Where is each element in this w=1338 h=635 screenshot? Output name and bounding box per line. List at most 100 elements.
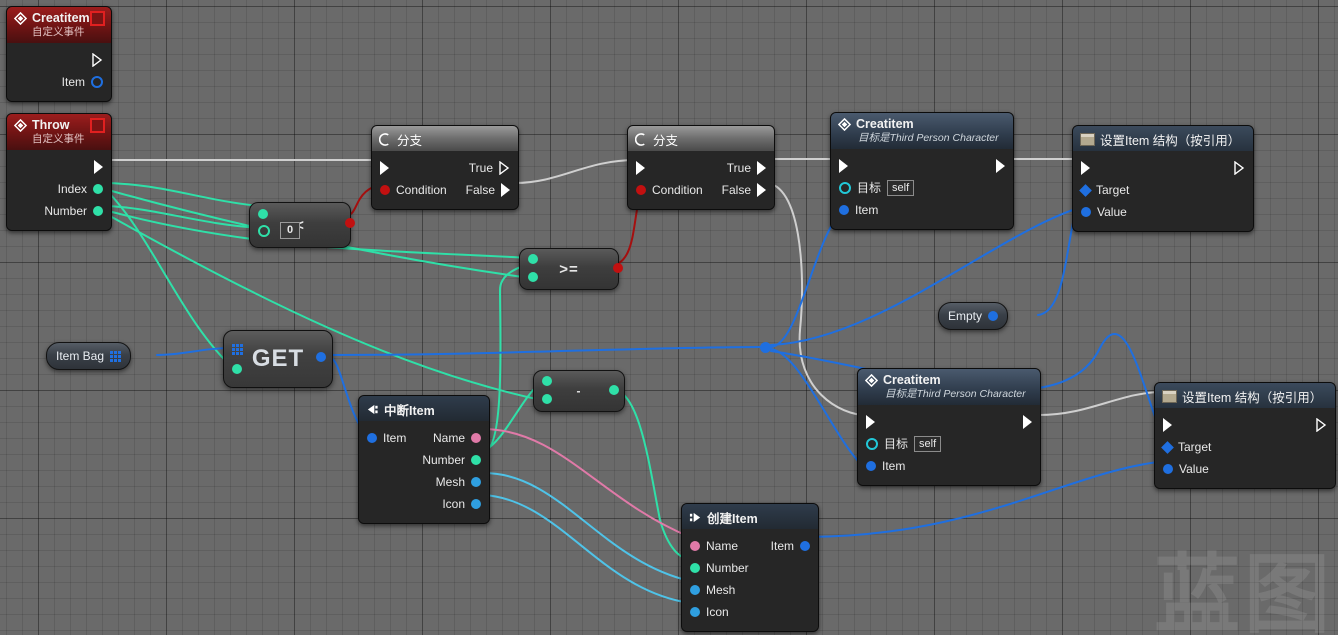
node-variable-item-bag[interactable]: Item Bag	[46, 342, 132, 370]
icon-in-pin-icon[interactable]	[690, 607, 700, 617]
value-struct-pin-icon[interactable]	[1081, 207, 1091, 217]
get-index-input-pin-icon[interactable]	[232, 364, 242, 374]
pin-row-exec[interactable]	[858, 411, 1040, 433]
pin-row-number[interactable]: Number	[359, 449, 489, 471]
node-set-item-struct-1[interactable]: 设置Item 结构（按引用） Target Value	[1072, 125, 1254, 232]
item-struct-in-pin-icon[interactable]	[367, 433, 377, 443]
pin-row-target[interactable]: 目标 self	[831, 177, 1013, 199]
pin-row-item-name[interactable]: Item Name	[359, 427, 489, 449]
exec-out-false-pin-icon[interactable]	[501, 183, 510, 197]
subtract-output-pin-icon[interactable]	[609, 385, 619, 395]
greater-equal-input-b-pin-icon[interactable]	[528, 272, 538, 282]
node-creatitem-call-2[interactable]: Creatitem 目标是Third Person Character 目标 s…	[857, 368, 1041, 486]
target-ref-pin-icon[interactable]	[1079, 183, 1092, 197]
exec-in-pin-icon[interactable]	[866, 415, 875, 429]
less-than-output-pin-icon[interactable]	[345, 218, 355, 228]
pin-row-exec[interactable]	[1155, 414, 1335, 436]
number-in-pin-icon[interactable]	[690, 563, 700, 573]
node-make-item[interactable]: 创建Item Name Item Number Mesh Icon	[681, 503, 819, 632]
index-int-pin-icon[interactable]	[93, 184, 103, 194]
less-than-input-a-pin-icon[interactable]	[258, 209, 268, 219]
subtract-input-b-pin-icon[interactable]	[542, 394, 552, 404]
pin-row-number[interactable]: Number	[682, 557, 818, 579]
item-struct-in-pin-icon[interactable]	[866, 461, 876, 471]
exec-in-pin-icon[interactable]	[636, 161, 645, 175]
pin-row-target[interactable]: Target	[1073, 179, 1253, 201]
get-output-pin-icon[interactable]	[316, 352, 326, 362]
item-object-pin-icon[interactable]	[91, 76, 103, 88]
name-out-pin-icon[interactable]	[471, 433, 481, 443]
pin-row-exec[interactable]	[1073, 157, 1253, 179]
node-subtract[interactable]: -	[533, 370, 625, 412]
name-in-pin-icon[interactable]	[690, 541, 700, 551]
greater-equal-output-pin-icon[interactable]	[613, 263, 623, 273]
pin-row-mesh[interactable]: Mesh	[359, 471, 489, 493]
icon-out-pin-icon[interactable]	[471, 499, 481, 509]
exec-out-pin-icon[interactable]	[1023, 415, 1032, 429]
pin-row-exec-out[interactable]	[7, 156, 111, 178]
exec-in-pin-icon[interactable]	[1081, 161, 1090, 175]
pin-row-exec[interactable]	[831, 155, 1013, 177]
pin-row-name-item[interactable]: Name Item	[682, 535, 818, 557]
mesh-in-pin-icon[interactable]	[690, 585, 700, 595]
condition-bool-pin-icon[interactable]	[636, 185, 646, 195]
item-bag-array-pin-icon[interactable]	[110, 350, 122, 362]
node-event-throw[interactable]: Throw 自定义事件 Index Number	[6, 113, 112, 231]
number-int-pin-icon[interactable]	[93, 206, 103, 216]
pin-row-mesh[interactable]: Mesh	[682, 579, 818, 601]
less-than-default-value[interactable]: 0	[280, 222, 301, 239]
exec-out-false-pin-icon[interactable]	[757, 183, 766, 197]
value-struct-pin-icon[interactable]	[1163, 464, 1173, 474]
node-set-item-struct-2[interactable]: 设置Item 结构（按引用） Target Value	[1154, 382, 1336, 489]
node-greater-equal[interactable]: >=	[519, 248, 623, 290]
pin-row-item[interactable]: Item	[831, 199, 1013, 221]
empty-struct-pin-icon[interactable]	[988, 311, 999, 321]
subtract-input-a-pin-icon[interactable]	[542, 376, 552, 386]
node-break-item[interactable]: 中断Item Item Name Number Mesh Icon	[358, 395, 490, 524]
pin-row-number[interactable]: Number	[7, 200, 111, 222]
exec-out-pin-icon[interactable]	[996, 159, 1005, 173]
less-than-input-b-pin-icon[interactable]	[258, 225, 270, 237]
exec-out-pin-icon[interactable]	[94, 160, 103, 174]
target-object-pin-icon[interactable]	[866, 438, 878, 450]
node-variable-empty[interactable]: Empty	[938, 302, 1009, 330]
exec-out-pin-icon[interactable]	[92, 53, 103, 67]
node-creatitem-call-1[interactable]: Creatitem 目标是Third Person Character 目标 s…	[830, 112, 1014, 230]
pin-row-value[interactable]: Value	[1155, 458, 1335, 480]
node-event-creatitem[interactable]: Creatitem 自定义事件 Item	[6, 6, 112, 102]
get-array-input-pin-icon[interactable]	[232, 344, 243, 355]
target-object-pin-icon[interactable]	[839, 182, 851, 194]
node-branch-1[interactable]: 分支 True Condition False	[371, 125, 519, 210]
wire-reroute-node[interactable]	[760, 342, 771, 353]
pin-row-value[interactable]: Value	[1073, 201, 1253, 223]
node-less-than[interactable]: < 0	[249, 202, 355, 248]
target-ref-pin-icon[interactable]	[1161, 440, 1174, 454]
node-branch-2[interactable]: 分支 True Condition False	[627, 125, 775, 210]
pin-row-target[interactable]: 目标 self	[858, 433, 1040, 455]
exec-in-pin-icon[interactable]	[380, 161, 389, 175]
exec-out-true-pin-icon[interactable]	[499, 161, 510, 175]
pin-row-exec-true[interactable]: True	[628, 157, 774, 179]
number-out-pin-icon[interactable]	[471, 455, 481, 465]
pin-row-exec-out[interactable]	[7, 49, 111, 71]
item-struct-out-pin-icon[interactable]	[800, 541, 810, 551]
pin-row-condition-false[interactable]: Condition False	[372, 179, 518, 201]
item-struct-in-pin-icon[interactable]	[839, 205, 849, 215]
exec-out-pin-icon[interactable]	[1234, 161, 1245, 175]
exec-in-pin-icon[interactable]	[1163, 418, 1172, 432]
condition-bool-pin-icon[interactable]	[380, 185, 390, 195]
target-self-value[interactable]: self	[914, 436, 942, 452]
exec-in-pin-icon[interactable]	[839, 159, 848, 173]
pin-row-icon[interactable]: Icon	[359, 493, 489, 515]
delete-event-icon[interactable]	[90, 11, 105, 26]
target-self-value[interactable]: self	[887, 180, 915, 196]
pin-row-exec-true[interactable]: True	[372, 157, 518, 179]
node-get-array-item[interactable]: GET	[223, 330, 333, 388]
exec-out-pin-icon[interactable]	[1316, 418, 1327, 432]
pin-row-target[interactable]: Target	[1155, 436, 1335, 458]
pin-row-item[interactable]: Item	[858, 455, 1040, 477]
pin-row-icon[interactable]: Icon	[682, 601, 818, 623]
greater-equal-input-a-pin-icon[interactable]	[528, 254, 538, 264]
exec-out-true-pin-icon[interactable]	[757, 161, 766, 175]
pin-row-condition-false[interactable]: Condition False	[628, 179, 774, 201]
